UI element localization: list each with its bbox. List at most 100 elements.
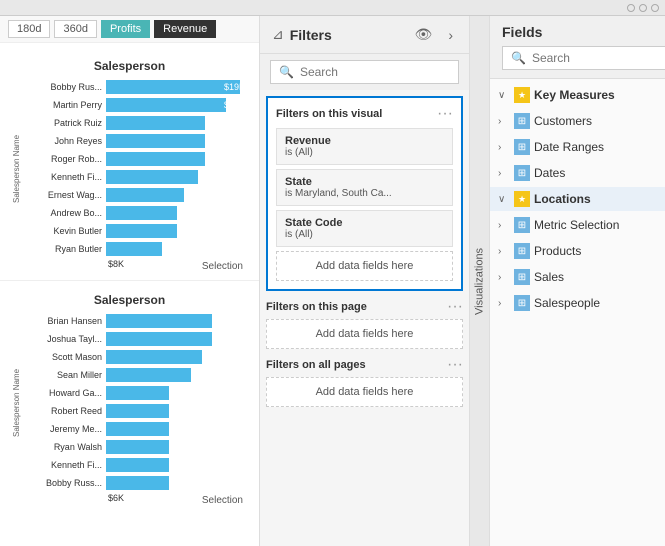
- field-group-dates[interactable]: › ⊞ Dates: [490, 161, 665, 185]
- field-icon-key-measures: ★: [514, 87, 530, 103]
- filter-item-statecode-value: is (All): [285, 229, 444, 240]
- filters-search-box: 🔍: [260, 54, 469, 90]
- bar-row: Bobby Russ... $6K: [44, 475, 247, 491]
- profits-button[interactable]: Profits: [101, 20, 150, 38]
- filters-body: Filters on this visual ··· Revenue is (A…: [260, 90, 469, 546]
- filter-page-header: Filters on this page ···: [266, 299, 463, 315]
- filter-item-statecode-label: State Code: [285, 217, 444, 229]
- top-bar: [0, 0, 665, 16]
- bar-row: Andrew Bo... $10K: [44, 205, 247, 221]
- field-group-sales[interactable]: › ⊞ Sales: [490, 265, 665, 289]
- bar-row: Ernest Wag... $11K: [44, 187, 247, 203]
- window-controls: [627, 4, 659, 12]
- field-group-customers[interactable]: › ⊞ Customers: [490, 109, 665, 133]
- field-group-date-ranges[interactable]: › ⊞ Date Ranges: [490, 135, 665, 159]
- field-group-metric-selection[interactable]: › ⊞ Metric Selection: [490, 213, 665, 237]
- revenue-button[interactable]: Revenue: [154, 20, 216, 38]
- add-fields-page-button[interactable]: Add data fields here: [266, 319, 463, 349]
- filter-visual-more-icon[interactable]: ···: [437, 106, 453, 122]
- bar-row: Roger Rob... $14K: [44, 151, 247, 167]
- filter-item-state-value: is Maryland, South Ca...: [285, 188, 444, 199]
- chart2: Salesperson Salesperson Name Brian Hanse…: [0, 285, 259, 514]
- fields-panel: Fields 🔍 ∨ ★ Key Measures › ⊞ Customers: [490, 16, 665, 546]
- field-group-name-locations: Locations: [534, 192, 665, 206]
- search-wrapper: 🔍: [270, 60, 459, 84]
- field-icon-sales: ⊞: [514, 269, 530, 285]
- search-icon: 🔍: [279, 65, 294, 79]
- filters-title: Filters: [290, 27, 411, 43]
- add-fields-allpages-button[interactable]: Add data fields here: [266, 377, 463, 407]
- filter-allpages-header: Filters on all pages ···: [266, 357, 463, 373]
- field-group-key-measures[interactable]: ∨ ★ Key Measures: [490, 83, 665, 107]
- filter-page-more-icon[interactable]: ···: [447, 299, 463, 315]
- chevron-right-button[interactable]: ›: [444, 25, 457, 45]
- chart1: Salesperson Salesperson Name Bobby Rus..…: [0, 51, 259, 276]
- bar-row: Kenneth Fi... $6K: [44, 457, 247, 473]
- bar-row: Sean Miller $8K: [44, 367, 247, 383]
- close-icon[interactable]: [651, 4, 659, 12]
- fields-body: ∨ ★ Key Measures › ⊞ Customers › ⊞ Date …: [490, 79, 665, 546]
- bar-row: Robert Reed $6K: [44, 403, 247, 419]
- filter-allpages-title: Filters on all pages: [266, 359, 366, 371]
- bar-row: Patrick Ruiz $14K: [44, 115, 247, 131]
- filters-header: ⊿ Filters 👁 ›: [260, 16, 469, 54]
- bar-row: Brian Hansen $10K: [44, 313, 247, 329]
- filter-item-revenue-value: is (All): [285, 147, 444, 158]
- chevron-down-icon-locations: ∨: [498, 194, 510, 205]
- minimize-icon[interactable]: [627, 4, 635, 12]
- bar-row: Ryan Butler $8K: [44, 241, 247, 257]
- field-icon-customers: ⊞: [514, 113, 530, 129]
- filter-item-statecode[interactable]: State Code is (All): [276, 210, 453, 247]
- chevron-right-icon-7: ›: [498, 298, 510, 309]
- field-icon-products: ⊞: [514, 243, 530, 259]
- fields-header: Fields 🔍: [490, 16, 665, 79]
- bar-row: Scott Mason $9K: [44, 349, 247, 365]
- chevron-right-icon-4: ›: [498, 220, 510, 231]
- filters-search-input[interactable]: [300, 65, 455, 79]
- y-axis-label-2: Salesperson Name: [12, 313, 24, 493]
- bar-row: Howard Ga... $6K: [44, 385, 247, 401]
- filter-page-title: Filters on this page: [266, 301, 367, 313]
- bar-row: Martin Perry $17K: [44, 97, 247, 113]
- chart2-title: Salesperson: [12, 293, 247, 307]
- bar-row: Joshua Tayl... $10K: [44, 331, 247, 347]
- filters-panel: ⊿ Filters 👁 › 🔍 Filters on this visual ·…: [260, 16, 470, 546]
- header-actions: 👁 ›: [411, 24, 457, 45]
- filter-allpages-more-icon[interactable]: ···: [447, 357, 463, 373]
- fields-search-input[interactable]: [532, 51, 665, 65]
- field-group-salespeople[interactable]: › ⊞ Salespeople: [490, 291, 665, 315]
- visualizations-label: Visualizations: [470, 16, 490, 546]
- field-group-products[interactable]: › ⊞ Products: [490, 239, 665, 263]
- filter-item-revenue[interactable]: Revenue is (All): [276, 128, 453, 165]
- bar-row: Kenneth Fi... $13K: [44, 169, 247, 185]
- 180d-button[interactable]: 180d: [8, 20, 50, 38]
- field-group-name-date-ranges: Date Ranges: [534, 140, 665, 154]
- maximize-icon[interactable]: [639, 4, 647, 12]
- bar-row: Jeremy Me... $6K: [44, 421, 247, 437]
- field-group-name-customers: Customers: [534, 114, 665, 128]
- filter-visual-header: Filters on this visual ···: [276, 106, 453, 122]
- field-group-name-key-measures: Key Measures: [534, 88, 665, 102]
- left-panel: 180d 360d Profits Revenue Salesperson Sa…: [0, 16, 260, 546]
- filter-visual-title: Filters on this visual: [276, 108, 382, 120]
- field-group-name-dates: Dates: [534, 166, 665, 180]
- fields-search-icon: 🔍: [511, 51, 526, 65]
- field-group-name-sales: Sales: [534, 270, 665, 284]
- field-group-locations[interactable]: ∨ ★ Locations: [490, 187, 665, 211]
- add-fields-visual-button[interactable]: Add data fields here: [276, 251, 453, 281]
- 360d-button[interactable]: 360d: [54, 20, 96, 38]
- field-icon-metric-selection: ⊞: [514, 217, 530, 233]
- fields-title: Fields: [502, 24, 665, 40]
- filter-allpages-section: Filters on all pages ··· Add data fields…: [266, 357, 463, 407]
- field-icon-salespeople: ⊞: [514, 295, 530, 311]
- eye-button[interactable]: 👁: [411, 24, 437, 45]
- bar-row: John Reyes $14K: [44, 133, 247, 149]
- y-axis-label-1: Salesperson Name: [12, 79, 24, 259]
- bar-row: Bobby Rus... $19K: [44, 79, 247, 95]
- field-group-name-salespeople: Salespeople: [534, 296, 665, 310]
- filter-visual-section: Filters on this visual ··· Revenue is (A…: [266, 96, 463, 291]
- filter-item-state[interactable]: State is Maryland, South Ca...: [276, 169, 453, 206]
- field-icon-locations: ★: [514, 191, 530, 207]
- chart2-bars: Brian Hansen $10K Joshua Tayl... $10K: [44, 313, 247, 493]
- filter-item-revenue-label: Revenue: [285, 135, 444, 147]
